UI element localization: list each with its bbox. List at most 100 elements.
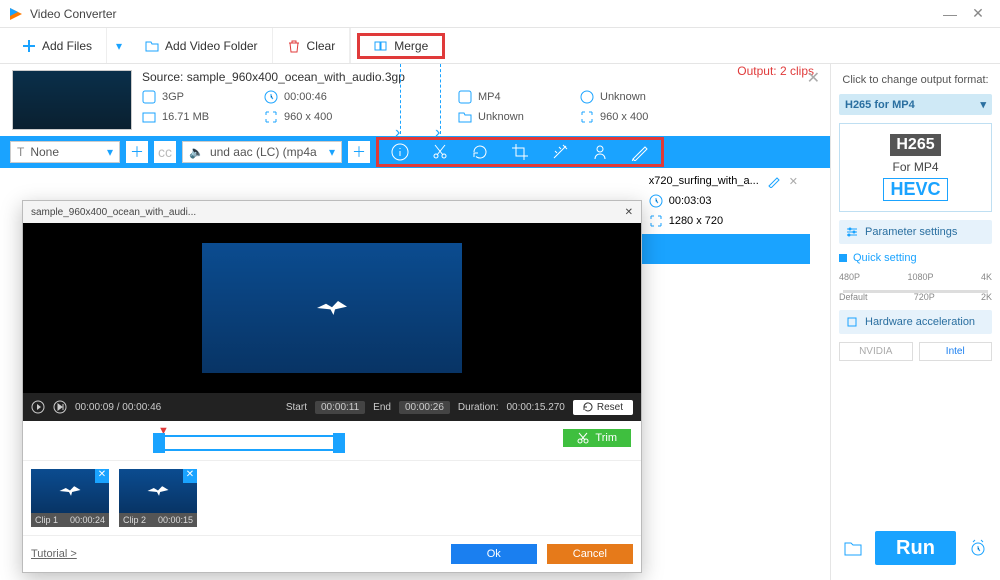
chevron-right-icon: › bbox=[395, 124, 400, 142]
nvidia-toggle[interactable]: NVIDIA bbox=[839, 342, 913, 361]
trim-timeline[interactable]: ▼ Trim bbox=[23, 421, 641, 461]
quick-setting-slider[interactable]: 480P1080P4K Default720P2K bbox=[839, 272, 992, 302]
clip-duration: 00:00:15 bbox=[158, 515, 193, 525]
chevron-right-icon: › bbox=[435, 124, 440, 142]
item2-filename: x720_surfing_with_a... bbox=[649, 175, 759, 187]
format-preview[interactable]: H265 For MP4 HEVC bbox=[839, 123, 992, 212]
parameter-settings-label: Parameter settings bbox=[865, 226, 957, 238]
sliders-icon bbox=[845, 225, 859, 239]
output-folder-button[interactable] bbox=[839, 534, 867, 562]
source-item: Source: sample_960x400_ocean_with_audio.… bbox=[0, 64, 830, 136]
source-thumbnail bbox=[12, 70, 132, 130]
reset-button[interactable]: Reset bbox=[573, 400, 633, 415]
cc-button[interactable]: cc bbox=[154, 141, 176, 163]
remove-item-button[interactable]: ✕ bbox=[789, 175, 798, 188]
rotate-icon[interactable] bbox=[471, 143, 489, 161]
clip-remove-button[interactable]: ✕ bbox=[95, 469, 109, 483]
trim-controls: 00:00:09 / 00:00:46 Start 00:00:11 End 0… bbox=[23, 393, 641, 421]
source-format: 3GP bbox=[142, 90, 252, 104]
hardware-accel-label: Hardware acceleration bbox=[865, 316, 975, 328]
format-hevc-badge: HEVC bbox=[883, 178, 947, 201]
subtitle-edit-icon[interactable] bbox=[631, 143, 649, 161]
audio-value: und aac (LC) (mp4a bbox=[210, 145, 323, 159]
trim-position: 00:00:09 / 00:00:46 bbox=[75, 402, 161, 413]
clip-item[interactable]: ✕ Clip 100:00:24 bbox=[31, 469, 109, 527]
subtitle-select[interactable]: TNone▾ bbox=[10, 141, 120, 163]
clip-duration: 00:00:24 bbox=[70, 515, 105, 525]
info-icon[interactable] bbox=[391, 143, 409, 161]
add-files-label: Add Files bbox=[42, 39, 92, 53]
output-format-hint: Click to change output format: bbox=[839, 74, 992, 86]
app-title: Video Converter bbox=[30, 7, 117, 21]
trim-duration: 00:00:15.270 bbox=[506, 402, 564, 413]
trim-dialog: sample_960x400_ocean_with_audi... ✕ 00:0… bbox=[22, 200, 642, 573]
effects-icon[interactable] bbox=[551, 143, 569, 161]
end-label: End bbox=[373, 402, 391, 413]
trim-button[interactable]: Trim bbox=[563, 429, 631, 447]
start-label: Start bbox=[286, 402, 307, 413]
edit-tools-highlight bbox=[376, 137, 664, 167]
chevron-down-icon: ▾ bbox=[980, 98, 986, 111]
source-prefix: Source: bbox=[142, 70, 187, 84]
clear-button[interactable]: Clear bbox=[273, 28, 351, 63]
output-resolution: 960 x 400 bbox=[580, 110, 730, 124]
clip-name: Clip 2 bbox=[123, 515, 146, 525]
parameter-settings-button[interactable]: Parameter settings bbox=[839, 220, 992, 244]
toolbar: Add Files ▾ Add Video Folder Clear Merge bbox=[0, 28, 1000, 64]
source-filename: sample_960x400_ocean_with_audio.3gp bbox=[187, 70, 405, 84]
audio-select[interactable]: 🔈und aac (LC) (mp4a▾ bbox=[182, 141, 342, 163]
clips-row: ✕ Clip 100:00:24 ✕ Clip 2 00:00:15 bbox=[23, 461, 641, 535]
intel-toggle[interactable]: Intel bbox=[919, 342, 993, 361]
subtitle-value: None bbox=[30, 145, 101, 159]
cancel-button[interactable]: Cancel bbox=[547, 544, 633, 564]
ok-button[interactable]: Ok bbox=[451, 544, 537, 564]
output-format: MP4 bbox=[458, 90, 568, 104]
chip-icon bbox=[845, 315, 859, 329]
close-button[interactable]: ✕ bbox=[964, 5, 992, 22]
right-panel: Click to change output format: H265 for … bbox=[830, 64, 1000, 580]
run-bar: Run bbox=[839, 526, 992, 570]
trim-preview bbox=[23, 223, 641, 393]
crop-icon[interactable] bbox=[511, 143, 529, 161]
add-files-button[interactable]: Add Files bbox=[8, 28, 107, 63]
minimize-button[interactable]: — bbox=[936, 6, 964, 22]
speaker-icon: 🔈 bbox=[189, 145, 204, 159]
play-button[interactable] bbox=[31, 400, 45, 414]
add-files-dropdown[interactable]: ▾ bbox=[107, 39, 131, 53]
scissors-icon bbox=[577, 432, 589, 444]
clear-label: Clear bbox=[307, 39, 336, 53]
output-clips-label: Output: 2 clips bbox=[737, 64, 814, 78]
watermark-icon[interactable] bbox=[591, 143, 609, 161]
add-subtitle-button[interactable]: ＋ bbox=[126, 141, 148, 163]
add-folder-button[interactable]: Add Video Folder bbox=[131, 28, 273, 63]
add-audio-button[interactable]: ＋ bbox=[348, 141, 370, 163]
output-duration: Unknown bbox=[580, 90, 730, 104]
run-button[interactable]: Run bbox=[875, 531, 956, 565]
source-size: 16.71 MB bbox=[142, 110, 252, 124]
format-header[interactable]: H265 for MP4▾ bbox=[839, 94, 992, 115]
source-resolution: 960 x 400 bbox=[264, 110, 384, 124]
merge-icon bbox=[374, 39, 388, 53]
app-logo-icon bbox=[8, 6, 24, 22]
bird-graphic bbox=[317, 301, 347, 315]
remove-item-button[interactable]: ✕ bbox=[807, 68, 820, 88]
tutorial-link[interactable]: Tutorial > bbox=[31, 548, 77, 560]
trim-dialog-footer: Tutorial > Ok Cancel bbox=[23, 535, 641, 572]
trim-start-field[interactable]: 00:00:11 bbox=[315, 401, 365, 414]
plus-icon bbox=[22, 39, 36, 53]
next-frame-button[interactable] bbox=[53, 400, 67, 414]
cut-icon[interactable] bbox=[431, 143, 449, 161]
trim-dialog-title: sample_960x400_ocean_with_audi... bbox=[31, 207, 196, 218]
merge-label: Merge bbox=[394, 39, 428, 53]
edit-icon[interactable] bbox=[767, 174, 781, 188]
hardware-accel-button[interactable]: Hardware acceleration bbox=[839, 310, 992, 334]
trim-close-button[interactable]: ✕ bbox=[625, 207, 633, 218]
clip-remove-button[interactable]: ✕ bbox=[183, 469, 197, 483]
quick-setting-header: Quick setting bbox=[839, 252, 992, 264]
merge-button[interactable]: Merge bbox=[357, 33, 445, 59]
clip-item[interactable]: ✕ Clip 2 00:00:15 bbox=[119, 469, 197, 527]
output-folder: Unknown bbox=[458, 110, 568, 124]
schedule-button[interactable] bbox=[964, 534, 992, 562]
trim-dialog-header[interactable]: sample_960x400_ocean_with_audi... ✕ bbox=[23, 201, 641, 223]
trim-end-field[interactable]: 00:00:26 bbox=[399, 401, 450, 414]
